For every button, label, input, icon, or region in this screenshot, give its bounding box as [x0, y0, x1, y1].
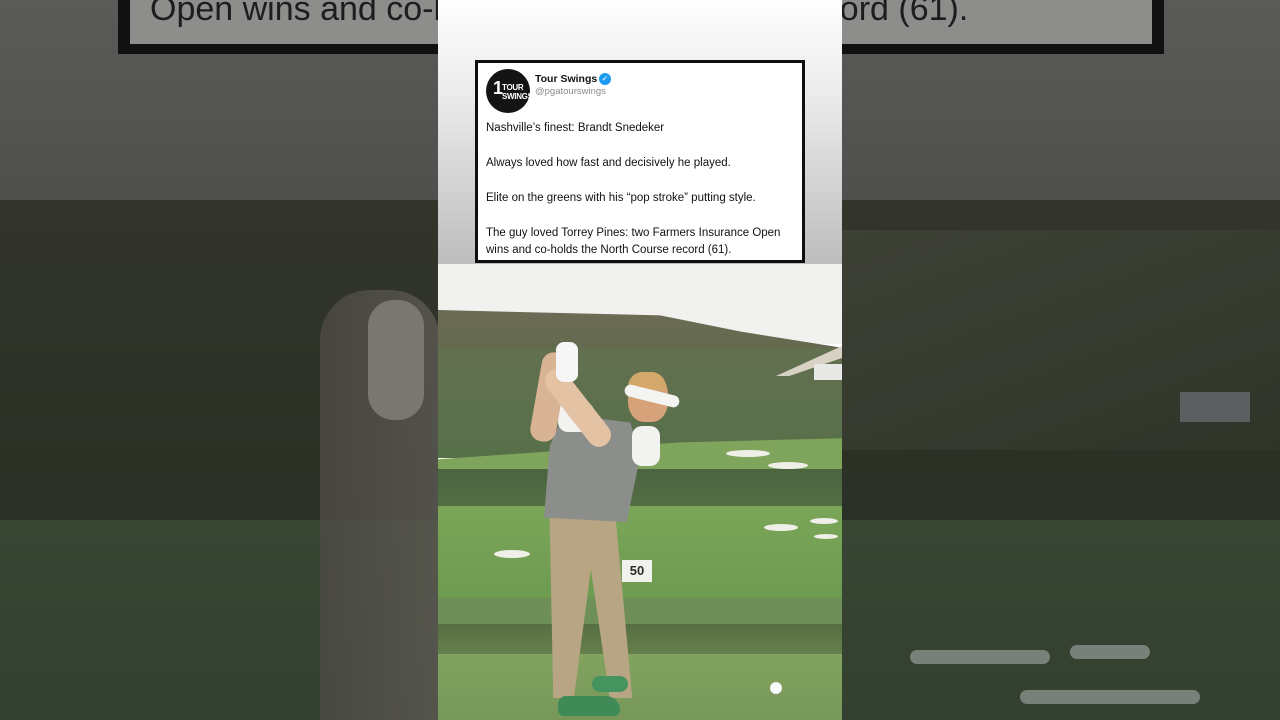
golf-swing-photo: 50	[438, 264, 842, 720]
tweet-username[interactable]: Tour Swings	[535, 73, 597, 85]
avatar[interactable]: 1 TOUR SWINGS	[486, 69, 533, 113]
tweet-card: 1 TOUR SWINGS Tour Swings ✓ @pgatourswin…	[475, 60, 805, 263]
avatar-text-line2: SWINGS	[502, 92, 533, 101]
photo-bunker	[764, 524, 798, 531]
golf-ball	[770, 682, 782, 694]
tweet-paragraph-2: Always loved how fast and decisively he …	[486, 157, 731, 169]
tweet-handle[interactable]: @pgatourswings	[535, 86, 606, 97]
background-house	[1180, 392, 1250, 422]
background-bunker	[910, 650, 1050, 664]
yardage-sign: 50	[622, 560, 652, 582]
golfer-gloves	[556, 342, 578, 382]
photo-bunker	[768, 462, 808, 469]
photo-flowerbed	[438, 624, 842, 654]
background-bunker	[1070, 645, 1150, 659]
background-bunker	[1020, 690, 1200, 704]
tweet-paragraph-4: The guy loved Torrey Pines: two Farmers …	[486, 227, 781, 256]
photo-house	[814, 364, 842, 380]
photo-bunker	[494, 550, 530, 558]
photo-bunker	[810, 518, 838, 524]
video-frame: 1 TOUR SWINGS Tour Swings ✓ @pgatourswin…	[438, 0, 842, 720]
golfer-front-shoe	[558, 696, 620, 716]
golfer-right-sleeve	[632, 426, 660, 466]
avatar-text-line1: TOUR	[502, 83, 524, 92]
tweet-paragraph-3: Elite on the greens with his “pop stroke…	[486, 192, 756, 204]
photo-bunker	[814, 534, 838, 539]
background-golfer-hand	[368, 300, 424, 420]
golfer-back-shoe	[592, 676, 628, 692]
photo-bunker	[726, 450, 770, 457]
tweet-paragraph-1: Nashville’s finest: Brandt Snedeker	[486, 122, 665, 134]
verified-badge-icon: ✓	[599, 73, 611, 85]
